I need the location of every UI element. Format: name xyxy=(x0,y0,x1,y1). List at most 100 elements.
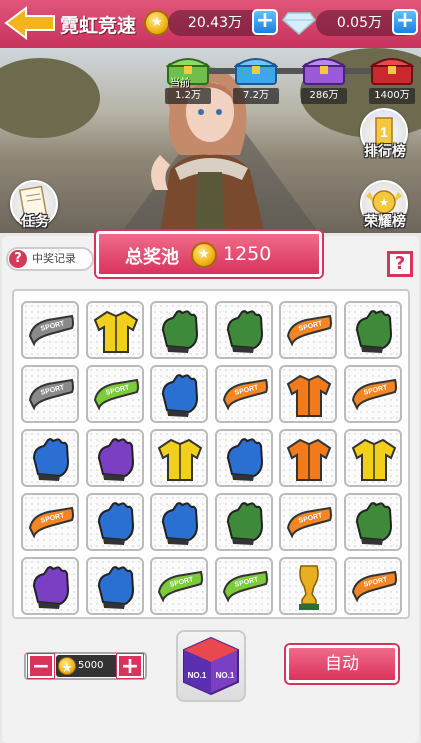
coin-balance: 20.43万 + xyxy=(168,9,278,36)
chest-threshold-3: 286万 xyxy=(301,88,347,104)
svg-text:NO.1: NO.1 xyxy=(216,671,235,680)
svg-text:1: 1 xyxy=(380,124,388,140)
prize-cell-band-green: SPORT xyxy=(85,365,144,423)
glove-purple-icon xyxy=(32,566,70,609)
prize-cell-glove-blue xyxy=(214,429,273,487)
chest-threshold-1: 1.2万 xyxy=(165,88,211,104)
jacket-orange-icon xyxy=(286,374,332,417)
prize-pool-label: 总奖池 xyxy=(125,247,179,268)
chest-icon-purple[interactable] xyxy=(302,52,346,86)
prize-cell-band-orange: SPORT xyxy=(343,365,402,423)
prize-cell-glove-green xyxy=(214,493,273,551)
draw-box-button[interactable]: NO.1 NO.1 xyxy=(176,630,246,702)
glove-blue-icon xyxy=(161,374,199,417)
pool-coin-icon xyxy=(191,242,217,268)
chest-icon-red[interactable] xyxy=(370,52,414,86)
prize-cell-band-orange: SPORT xyxy=(279,493,337,551)
prize-cell-glove-green xyxy=(150,301,208,359)
prize-cell-glove-green xyxy=(343,301,402,359)
band-gray-icon: SPORT xyxy=(28,378,74,411)
game-title: 霓虹竞速 xyxy=(60,15,137,37)
glove-blue-icon xyxy=(226,438,263,481)
prize-cell-trophy xyxy=(279,557,337,615)
prize-grid: SPORT SPORT SPORT SPORT SPORT SPORT SPORT SPORT… xyxy=(12,289,410,619)
band-gray-icon: SPORT xyxy=(28,314,74,347)
chest-threshold-2: 7.2万 xyxy=(233,88,279,104)
prize-cell-glove-purple xyxy=(21,557,79,615)
auto-button[interactable]: 自动 xyxy=(286,645,398,683)
prize-pool-value: 1250 xyxy=(223,243,272,265)
prize-cell-band-orange: SPORT xyxy=(343,557,402,615)
prize-cell-jacket-orange xyxy=(279,365,337,423)
history-label: 中奖记录 xyxy=(32,252,76,265)
bet-stepper: − 5000 + xyxy=(24,652,147,680)
gem-balance: 0.05万 + xyxy=(316,9,418,36)
prize-cell-band-green: SPORT xyxy=(214,557,273,615)
chest-icon-blue[interactable] xyxy=(234,52,278,86)
character-illustration xyxy=(151,66,265,235)
diamond-icon xyxy=(282,12,316,35)
prize-cell-glove-green xyxy=(343,493,402,551)
bet-coin-icon xyxy=(58,657,76,680)
prize-cell-band-gray: SPORT xyxy=(21,301,79,359)
prize-cell-jacket-orange xyxy=(279,429,337,487)
task-label: 任务 xyxy=(21,214,49,230)
glove-purple-icon xyxy=(97,438,134,481)
prize-cell-band-orange: SPORT xyxy=(279,301,337,359)
add-coins-button[interactable]: + xyxy=(252,9,278,35)
prize-cell-glove-green xyxy=(214,301,273,359)
prize-cell-jacket-yellow xyxy=(343,429,402,487)
prize-cell-glove-blue xyxy=(85,493,144,551)
bet-amount: 5000 xyxy=(56,655,118,680)
honor-label: 荣耀榜 xyxy=(364,214,406,230)
bet-increase-button[interactable]: + xyxy=(117,654,143,678)
back-arrow-icon[interactable] xyxy=(4,6,56,40)
band-green-icon: SPORT xyxy=(222,570,268,603)
band-orange-icon: SPORT xyxy=(351,570,397,603)
prize-cell-glove-blue xyxy=(150,493,208,551)
glove-green-icon xyxy=(226,310,263,353)
glove-blue-icon xyxy=(32,438,70,481)
jacket-yellow-icon xyxy=(351,438,396,481)
trophy-icon xyxy=(299,565,319,610)
glove-green-icon xyxy=(355,310,392,353)
band-green-icon: SPORT xyxy=(93,378,139,411)
prize-cell-glove-blue xyxy=(21,429,79,487)
add-gems-button[interactable]: + xyxy=(392,9,418,35)
prize-cell-glove-blue xyxy=(85,557,144,615)
ranking-label: 排行榜 xyxy=(364,144,406,160)
glove-green-icon xyxy=(226,502,263,545)
glove-green-icon xyxy=(161,310,199,353)
prize-cell-band-green: SPORT xyxy=(150,557,208,615)
jacket-orange-icon xyxy=(286,438,332,481)
band-orange-icon: SPORT xyxy=(286,314,332,347)
help-button[interactable]: ? xyxy=(387,251,413,277)
chest-threshold-4: 1400万 xyxy=(369,88,415,104)
coin-balance-value: 20.43万 xyxy=(187,15,242,31)
bet-decrease-button[interactable]: − xyxy=(28,654,54,678)
glove-blue-icon xyxy=(97,566,134,609)
band-orange-icon: SPORT xyxy=(28,506,74,539)
no1-box-icon: NO.1 NO.1 xyxy=(183,636,239,696)
history-button[interactable]: ? 中奖记录 xyxy=(6,247,94,271)
band-green-icon: SPORT xyxy=(157,570,203,603)
top-bar: 霓虹竞速 20.43万 + 0.05万 + xyxy=(0,0,421,48)
bet-value: 5000 xyxy=(78,660,104,671)
prize-cell-glove-blue xyxy=(150,365,208,423)
svg-text:NO.1: NO.1 xyxy=(188,671,207,680)
prize-pool: 总奖池 1250 xyxy=(96,231,322,277)
glove-blue-icon xyxy=(161,502,199,545)
question-icon: ? xyxy=(9,250,27,268)
band-orange-icon: SPORT xyxy=(286,506,332,539)
prize-cell-jacket-yellow xyxy=(85,301,144,359)
prize-cell-glove-purple xyxy=(85,429,144,487)
svg-text:★: ★ xyxy=(379,197,389,209)
band-orange-icon: SPORT xyxy=(351,378,397,411)
prize-cell-band-gray: SPORT xyxy=(21,365,79,423)
prize-cell-band-orange: SPORT xyxy=(214,365,273,423)
jacket-yellow-icon xyxy=(93,310,138,353)
gem-balance-value: 0.05万 xyxy=(336,15,382,31)
glove-green-icon xyxy=(355,502,392,545)
band-orange-icon: SPORT xyxy=(222,378,268,411)
prize-cell-band-orange: SPORT xyxy=(21,493,79,551)
